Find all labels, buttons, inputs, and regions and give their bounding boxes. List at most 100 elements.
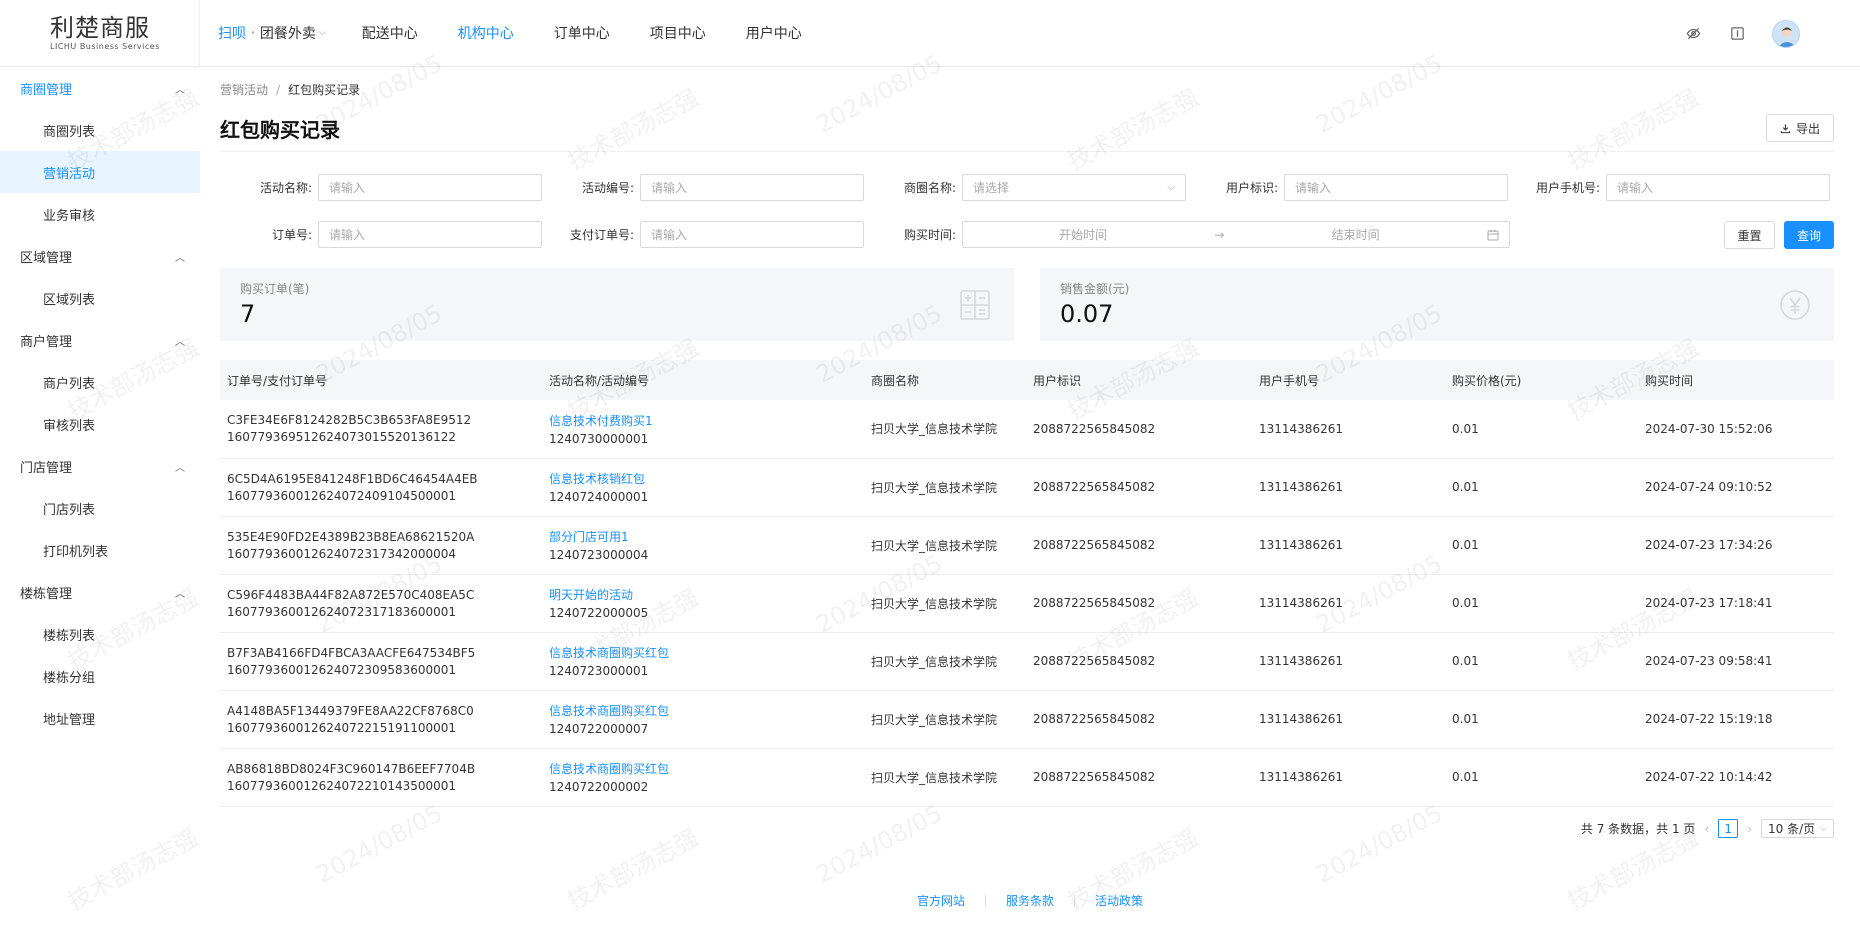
table-row: C596F4483BA44F82A872E570C408EA5C 16077936… xyxy=(220,574,1834,633)
logo[interactable]: 利楚商服 LICHU Business Services xyxy=(0,0,200,67)
breadcrumb-parent[interactable]: 营销活动 xyxy=(220,83,268,97)
filter-buy-time: 购买时间: 开始时间 → 结束时间 xyxy=(864,221,1510,248)
app-switcher[interactable]: 扫呗 • 团餐外卖 ⌵ xyxy=(218,23,326,43)
pay-order-no-input[interactable] xyxy=(640,221,864,248)
sidebar-item-district-list[interactable]: 商圈列表 xyxy=(0,109,200,151)
sidebar-group-store[interactable]: 门店管理 ︿ xyxy=(0,445,200,487)
cell-user-id: 2088722565845082 xyxy=(1026,400,1252,459)
nav-user-center[interactable]: 用户中心 xyxy=(746,23,802,43)
stat-label: 购买订单(笔) xyxy=(240,282,310,296)
pay-order-no: 160779360012624072409104500001 xyxy=(227,488,457,503)
activity-name-input[interactable] xyxy=(318,174,542,201)
cell-price: 0.01 xyxy=(1445,632,1638,691)
calculator-icon xyxy=(960,290,990,320)
cell-user-id: 2088722565845082 xyxy=(1026,748,1252,807)
chevron-down-icon: ⌵ xyxy=(318,28,326,38)
date-start-placeholder: 开始时间 xyxy=(1058,228,1107,242)
cell-order: C3FE34E6F8124282B5C3B653FA8E9512 16077936… xyxy=(220,400,542,459)
activity-name-link[interactable]: 信息技术商圈购买红包 xyxy=(549,702,864,719)
district-name-select[interactable]: 请选择 ⌵ xyxy=(962,174,1186,201)
logo-text: 利楚商服 xyxy=(50,14,150,42)
sidebar-group-building[interactable]: 楼栋管理 ︿ xyxy=(0,571,200,613)
sidebar-item-store-list[interactable]: 门店列表 xyxy=(0,487,200,529)
prev-page-icon[interactable]: ‹ xyxy=(1704,822,1709,836)
cell-order: 6C5D4A6195E841248F1BD6C46454A4EB 16077936… xyxy=(220,458,542,517)
sidebar-item-printer-list[interactable]: 打印机列表 xyxy=(0,529,200,571)
eye-off-icon[interactable] xyxy=(1684,25,1702,43)
cell-activity: 信息技术商圈购买红包 1240722000002 xyxy=(542,748,864,807)
cell-price: 0.01 xyxy=(1445,516,1638,575)
activity-no: 1240722000002 xyxy=(549,780,649,794)
chevron-up-icon: ︿ xyxy=(175,252,185,264)
breadcrumb: 营销活动 / 红包购买记录 xyxy=(220,81,360,98)
export-button[interactable]: 导出 xyxy=(1766,114,1834,142)
sidebar-item-review-list[interactable]: 审核列表 xyxy=(0,403,200,445)
nav-delivery-center[interactable]: 配送中心 xyxy=(362,23,418,43)
sidebar-group-label: 门店管理 xyxy=(20,460,73,476)
query-button[interactable]: 查询 xyxy=(1784,221,1834,249)
sidebar-item-building-list[interactable]: 楼栋列表 xyxy=(0,613,200,655)
sidebar-group-region[interactable]: 区域管理 ︿ xyxy=(0,235,200,277)
sidebar-item-address-manage[interactable]: 地址管理 xyxy=(0,697,200,739)
yen-coin-icon xyxy=(1780,290,1810,320)
cell-activity: 信息技术商圈购买红包 1240723000001 xyxy=(542,632,864,691)
activity-name-link[interactable]: 信息技术付费购买1 xyxy=(549,412,864,429)
buy-time-range-picker[interactable]: 开始时间 → 结束时间 xyxy=(962,221,1510,248)
nav-project-center[interactable]: 项目中心 xyxy=(650,23,706,43)
nav-order-center[interactable]: 订单中心 xyxy=(554,23,610,43)
col-time: 购买时间 xyxy=(1638,360,1834,400)
sidebar-item-region-list[interactable]: 区域列表 xyxy=(0,277,200,319)
activity-name-link[interactable]: 信息技术商圈购买红包 xyxy=(549,644,864,661)
activity-name-link[interactable]: 明天开始的活动 xyxy=(549,586,864,603)
cell-time: 2024-07-23 17:34:26 xyxy=(1638,516,1834,575)
pay-order-no: 160779360012624072309583600001 xyxy=(227,662,457,677)
top-nav: 扫呗 • 团餐外卖 ⌵ 配送中心 机构中心 订单中心 项目中心 用户中心 xyxy=(200,0,842,67)
sidebar-group-label: 商户管理 xyxy=(20,334,73,350)
cell-district: 扫贝大学_信息技术学院 xyxy=(864,574,1026,633)
footer-link-official-site[interactable]: 官方网站 xyxy=(917,892,965,909)
nav-org-center[interactable]: 机构中心 xyxy=(458,23,514,43)
order-no-input[interactable] xyxy=(318,221,542,248)
chevron-up-icon: ︿ xyxy=(175,84,185,96)
stat-card-orders: 购买订单(笔) 7 xyxy=(220,268,1014,341)
page-size-select[interactable]: 10 条/页 ⌵ xyxy=(1761,819,1834,838)
sidebar-item-building-group[interactable]: 楼栋分组 xyxy=(0,655,200,697)
activity-name-link[interactable]: 信息技术商圈购买红包 xyxy=(549,760,864,777)
footer-link-terms[interactable]: 服务条款 xyxy=(1006,892,1054,909)
chevron-up-icon: ︿ xyxy=(175,588,185,600)
book-icon[interactable] xyxy=(1728,25,1746,43)
reset-button[interactable]: 重置 xyxy=(1724,221,1775,249)
sidebar-item-marketing[interactable]: 营销活动 xyxy=(0,151,200,193)
filter-activity-name: 活动名称: xyxy=(220,174,542,201)
activity-no-input[interactable] xyxy=(640,174,864,201)
top-navbar: 利楚商服 LICHU Business Services 扫呗 • 团餐外卖 ⌵… xyxy=(0,0,1860,67)
footer-link-policy[interactable]: 活动政策 xyxy=(1095,892,1143,909)
activity-name-link[interactable]: 信息技术核销红包 xyxy=(549,470,864,487)
activity-name-link[interactable]: 部分门店可用1 xyxy=(549,528,864,545)
col-order-no: 订单号/支付订单号 xyxy=(220,360,542,400)
sidebar-group-merchant[interactable]: 商户管理 ︿ xyxy=(0,319,200,361)
cell-activity: 部分门店可用1 1240723000004 xyxy=(542,516,864,575)
sidebar-item-business-review[interactable]: 业务审核 xyxy=(0,193,200,235)
page-number-current[interactable]: 1 xyxy=(1718,819,1739,838)
table-row: C3FE34E6F8124282B5C3B653FA8E9512 16077936… xyxy=(220,400,1834,459)
filter-label: 用户手机号: xyxy=(1535,181,1600,195)
sidebar-group-district[interactable]: 商圈管理 ︿ xyxy=(0,67,200,109)
export-button-label: 导出 xyxy=(1795,121,1820,136)
activity-no: 1240723000004 xyxy=(549,548,649,562)
page-title: 红包购买记录 xyxy=(220,118,340,142)
page-size-value: 10 条/页 xyxy=(1768,822,1816,836)
col-phone: 用户手机号 xyxy=(1252,360,1445,400)
sidebar-item-merchant-list[interactable]: 商户列表 xyxy=(0,361,200,403)
download-icon xyxy=(1780,123,1791,133)
avatar[interactable] xyxy=(1772,19,1800,48)
cell-activity: 明天开始的活动 1240722000005 xyxy=(542,574,864,633)
select-placeholder: 请选择 xyxy=(973,181,1010,195)
cell-price: 0.01 xyxy=(1445,748,1638,807)
cell-price: 0.01 xyxy=(1445,400,1638,459)
next-page-icon[interactable]: › xyxy=(1747,822,1752,836)
user-phone-input[interactable] xyxy=(1606,174,1830,201)
user-id-input[interactable] xyxy=(1284,174,1508,201)
cell-user-id: 2088722565845082 xyxy=(1026,690,1252,749)
activity-no: 1240722000005 xyxy=(549,606,649,620)
